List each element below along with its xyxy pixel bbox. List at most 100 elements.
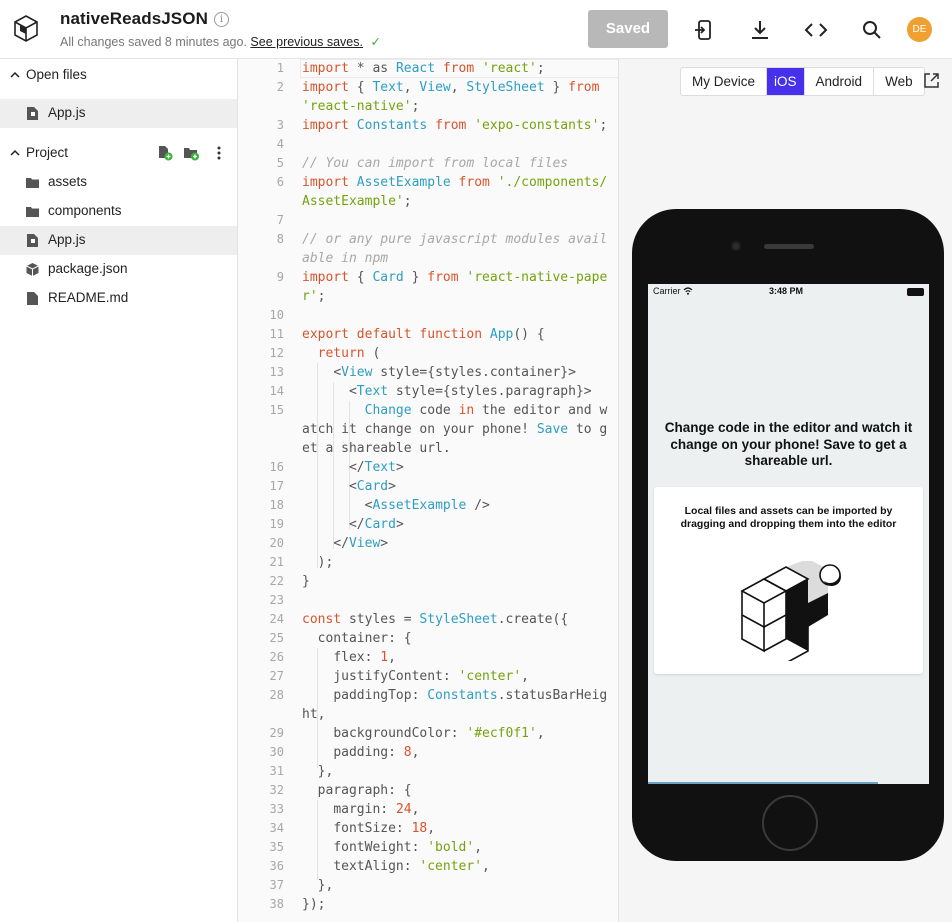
code-line[interactable]: fontSize: 18,: [302, 819, 610, 838]
code-line[interactable]: paddingTop: Constants.statusBarHeight,: [302, 686, 610, 724]
code-line[interactable]: </Card>: [302, 515, 610, 534]
code-line[interactable]: return (: [302, 344, 610, 363]
status-time: 3:48 PM: [769, 286, 804, 296]
phone-camera: [731, 241, 741, 251]
code-line[interactable]: padding: 8,: [302, 743, 610, 762]
embed-code-icon[interactable]: [804, 18, 828, 42]
package-icon: [26, 263, 39, 276]
check-icon: ✓: [370, 35, 381, 49]
battery-icon: [907, 288, 924, 296]
code-line[interactable]: import { Card } from 'react-native-paper…: [302, 268, 610, 306]
code-line[interactable]: textAlign: 'center',: [302, 857, 610, 876]
avatar[interactable]: DE: [907, 17, 932, 42]
platform-selector: My Device iOS Android Web: [680, 67, 925, 96]
project-item-label: components: [48, 203, 122, 218]
asset-card: Local files and assets can be imported b…: [654, 487, 923, 674]
code-editor[interactable]: 1 2 3 4 5 6 7 8 9 10 11 12 13 14 15 16 1…: [238, 59, 619, 922]
code-line[interactable]: <AssetExample />: [302, 496, 610, 515]
code-line[interactable]: import * as React from 'react';: [302, 59, 610, 78]
project-item-assets[interactable]: assets: [0, 168, 237, 197]
new-folder-icon[interactable]: [183, 145, 199, 161]
previous-saves-link[interactable]: See previous saves.: [250, 35, 363, 49]
new-file-icon[interactable]: [157, 145, 173, 161]
code-line[interactable]: );: [302, 553, 610, 572]
saved-button[interactable]: Saved: [588, 10, 668, 48]
code-line[interactable]: <Card>: [302, 477, 610, 496]
line-number: 8: [276, 232, 284, 246]
line-number: 10: [269, 308, 284, 322]
project-item-components[interactable]: components: [0, 197, 237, 226]
tab-ios[interactable]: iOS: [767, 68, 805, 95]
open-file-label: App.js: [48, 105, 86, 120]
tab-my-device[interactable]: My Device: [681, 68, 768, 95]
more-options-icon[interactable]: [211, 145, 227, 161]
line-number: 22: [269, 574, 284, 588]
line-number: 33: [269, 802, 284, 816]
line-number: 36: [269, 859, 284, 873]
code-line[interactable]: },: [302, 762, 610, 781]
code-line[interactable]: }: [302, 572, 610, 591]
open-external-icon[interactable]: [923, 72, 940, 89]
line-number: 11: [269, 327, 284, 341]
line-number: 37: [269, 878, 284, 892]
line-number: 1: [276, 61, 284, 75]
info-icon[interactable]: i: [214, 12, 229, 27]
line-number: 28: [269, 688, 284, 702]
search-icon[interactable]: [860, 18, 884, 42]
code-line[interactable]: import { Text, View, StyleSheet } from '…: [302, 78, 610, 116]
project-title[interactable]: nativeReadsJSON: [60, 9, 208, 29]
open-files-header[interactable]: Open files: [0, 60, 238, 90]
project-label: Project: [26, 145, 69, 160]
code-line[interactable]: <Text style={styles.paragraph}>: [302, 382, 610, 401]
tab-web[interactable]: Web: [874, 68, 924, 95]
snack-logo-icon[interactable]: [12, 14, 40, 44]
run-on-device-icon[interactable]: [692, 18, 716, 42]
code-line[interactable]: <View style={styles.container}>: [302, 363, 610, 382]
code-line[interactable]: margin: 24,: [302, 800, 610, 819]
project-header[interactable]: Project: [0, 138, 238, 168]
code-line[interactable]: paragraph: {: [302, 781, 610, 800]
line-number: 12: [269, 346, 284, 360]
project-item-label: README.md: [48, 290, 129, 305]
code-line[interactable]: import AssetExample from './components/A…: [302, 173, 610, 211]
code-line[interactable]: backgroundColor: '#ecf0f1',: [302, 724, 610, 743]
project-item-readme[interactable]: README.md: [0, 284, 237, 313]
code-line[interactable]: justifyContent: 'center',: [302, 667, 610, 686]
line-number: 17: [269, 479, 284, 493]
wifi-icon: [683, 287, 693, 295]
line-number: 3: [276, 118, 284, 132]
code-line[interactable]: // You can import from local files: [302, 154, 610, 173]
line-number: 29: [269, 726, 284, 740]
app-paragraph: Change code in the editor and watch it c…: [664, 420, 913, 468]
code-line[interactable]: container: {: [302, 629, 610, 648]
code-line[interactable]: </Text>: [302, 458, 610, 477]
download-icon[interactable]: [748, 18, 772, 42]
line-number: 9: [276, 270, 284, 284]
code-line[interactable]: });: [302, 895, 610, 914]
code-line[interactable]: import Constants from 'expo-constants';: [302, 116, 610, 135]
code-line[interactable]: const styles = StyleSheet.create({: [302, 610, 610, 629]
markdown-file-icon: [27, 292, 38, 305]
code-line[interactable]: export default function App() {: [302, 325, 610, 344]
sidebar: Open files App.js Project assets compone…: [0, 59, 238, 922]
tab-android[interactable]: Android: [805, 68, 875, 95]
line-number: 32: [269, 783, 284, 797]
line-number: 31: [269, 764, 284, 778]
phone-home-button[interactable]: [762, 795, 818, 851]
project-item-label: App.js: [48, 232, 86, 247]
project-item-app-js[interactable]: App.js: [0, 226, 237, 255]
code-line[interactable]: Change code in the editor and watch it c…: [302, 401, 610, 458]
line-number: 6: [276, 175, 284, 189]
code-line[interactable]: fontWeight: 'bold',: [302, 838, 610, 857]
save-status-text: All changes saved 8 minutes ago.: [60, 35, 247, 49]
header: nativeReadsJSON i All changes saved 8 mi…: [0, 0, 952, 59]
code-line[interactable]: },: [302, 876, 610, 895]
code-line[interactable]: flex: 1,: [302, 648, 610, 667]
code-line[interactable]: // or any pure javascript modules availa…: [302, 230, 610, 268]
open-file-app-js[interactable]: App.js: [0, 99, 237, 128]
project-item-package-json[interactable]: package.json: [0, 255, 237, 284]
code-line[interactable]: </View>: [302, 534, 610, 553]
phone-speaker: [764, 244, 814, 249]
expo-snack-cubes-icon: [740, 561, 841, 661]
phone-screen[interactable]: Carrier 3:48 PM Change code in the edito…: [648, 284, 929, 784]
